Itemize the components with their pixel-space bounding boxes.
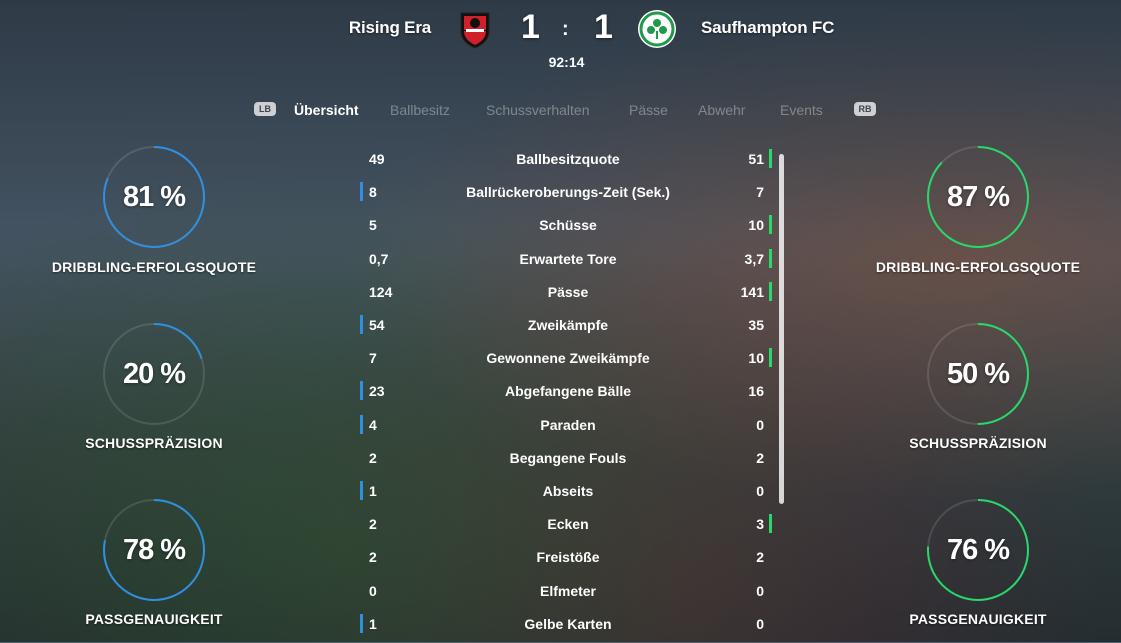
- away-ring-2: 50 %: [923, 319, 1033, 429]
- away-stat-value: 0: [756, 483, 764, 499]
- stat-name: Gewonnene Zweikämpfe: [486, 350, 650, 367]
- away-stat-value: 2: [756, 449, 764, 466]
- stat-name: Freistöße: [536, 549, 600, 566]
- stat-row: 0,7 Erwartete Tore 3,7: [358, 243, 778, 276]
- match-clock: 92:14: [548, 54, 585, 70]
- stat-row: 49 Ballbesitzquote 51: [358, 143, 778, 176]
- stats-scrollbar[interactable]: [779, 154, 784, 504]
- stat-row: 2 Ecken 3: [358, 508, 778, 541]
- tab-abwehr[interactable]: Abwehr: [698, 102, 745, 118]
- match-header: Rising Era 1 : 1 Saufhampton FC 92:14: [0, 0, 1121, 90]
- away-stat-value: 141: [740, 283, 764, 300]
- stat-row: 2 Begangene Fouls 2: [358, 442, 778, 475]
- stat-name: Schüsse: [539, 217, 597, 234]
- stat-name: Ecken: [547, 516, 589, 533]
- stats-table: 49 Ballbesitzquote 51 8 Ballrückeroberungs-Z…: [358, 143, 778, 643]
- home-ring-label: PASSGENAUIGKEIT: [85, 611, 223, 627]
- stat-row: 2 Freistöße 2: [358, 541, 778, 574]
- away-stat-value: 7: [756, 184, 764, 201]
- away-ring-3: 76 %: [923, 495, 1033, 605]
- away-stat-value: 10: [748, 217, 764, 234]
- stat-row: 4 Paraden 0: [358, 409, 778, 442]
- home-team-crest-icon: [460, 12, 490, 49]
- rb-bumper-icon[interactable]: RB: [854, 102, 876, 116]
- home-score: 1: [521, 8, 540, 46]
- home-ring-3: 78 %: [99, 495, 209, 605]
- away-stat-value: 3: [756, 516, 764, 533]
- lb-bumper-icon[interactable]: LB: [254, 102, 276, 116]
- away-stat-value: 0: [756, 615, 764, 632]
- stat-name: Ballbesitzquote: [516, 151, 620, 167]
- stat-row: 54 Zweikämpfe 35: [358, 309, 778, 342]
- away-stat-value: 3,7: [744, 250, 764, 267]
- stats-tab-bar: LB Übersicht Ballbesitz Schussverhalten …: [0, 100, 1121, 122]
- away-stat-value: 16: [748, 383, 764, 400]
- away-stat-value: 51: [748, 151, 764, 167]
- away-stat-value: 10: [748, 350, 764, 367]
- stat-row: 1 Abseits 0: [358, 475, 778, 508]
- home-ring-2: 20 %: [99, 319, 209, 429]
- away-ring-label: PASSGENAUIGKEIT: [909, 611, 1047, 627]
- tab-uebersicht[interactable]: Übersicht: [294, 102, 359, 118]
- stat-name: Pässe: [547, 283, 589, 300]
- stat-row: 0 Elfmeter 0: [358, 575, 778, 608]
- tab-ballbesitz[interactable]: Ballbesitz: [390, 102, 450, 118]
- away-stat-value: 0: [756, 582, 764, 599]
- ring-percentage: 76 %: [946, 534, 1010, 566]
- stat-name: Ballrückeroberungs-Zeit (Sek.): [466, 184, 670, 201]
- tab-paesse[interactable]: Pässe: [629, 102, 668, 118]
- away-score: 1: [594, 8, 613, 46]
- home-ring-label: SCHUSSPRÄZISION: [85, 435, 223, 451]
- stat-row: 5 Schüsse 10: [358, 209, 778, 242]
- stat-name: Zweikämpfe: [527, 317, 609, 333]
- ring-percentage: 20 %: [122, 358, 186, 390]
- stat-row: 124 Pässe 141: [358, 276, 778, 309]
- stat-name: Erwartete Tore: [519, 250, 617, 267]
- stat-name: Abseits: [542, 483, 594, 499]
- away-stat-value: 0: [756, 416, 764, 433]
- away-stat-value: 35: [748, 317, 764, 333]
- stat-name: Elfmeter: [539, 582, 597, 599]
- ring-percentage: 81 %: [122, 181, 186, 213]
- ring-percentage: 78 %: [122, 534, 186, 566]
- score-separator: :: [562, 18, 569, 40]
- stat-name: Abgefangene Bälle: [504, 383, 632, 400]
- home-ring-1: 81 %: [99, 142, 209, 252]
- stat-name: Paraden: [540, 416, 596, 433]
- away-ring-label: DRIBBLING-ERFOLGSQUOTE: [875, 259, 1081, 275]
- stat-name: Gelbe Karten: [524, 615, 612, 632]
- away-stat-value: 2: [756, 549, 764, 566]
- ring-percentage: 87 %: [946, 181, 1010, 213]
- away-team-name: Saufhampton FC: [701, 18, 835, 37]
- stat-name: Begangene Fouls: [509, 449, 627, 466]
- ring-percentage: 50 %: [946, 358, 1010, 390]
- stat-row: 23 Abgefangene Bälle 16: [358, 375, 778, 408]
- stat-row: 1 Gelbe Karten 0: [358, 608, 778, 641]
- stat-row: 8 Ballrückeroberungs-Zeit (Sek.) 7: [358, 176, 778, 209]
- away-ring-1: 87 %: [923, 142, 1033, 252]
- tab-schussverhalten[interactable]: Schussverhalten: [486, 102, 590, 118]
- tab-events[interactable]: Events: [780, 102, 823, 118]
- stat-row: 7 Gewonnene Zweikämpfe 10: [358, 342, 778, 375]
- home-team-name: Rising Era: [348, 18, 431, 37]
- away-ring-label: SCHUSSPRÄZISION: [909, 435, 1047, 451]
- home-ring-label: DRIBBLING-ERFOLGSQUOTE: [51, 259, 257, 275]
- away-team-crest-icon: [638, 10, 676, 48]
